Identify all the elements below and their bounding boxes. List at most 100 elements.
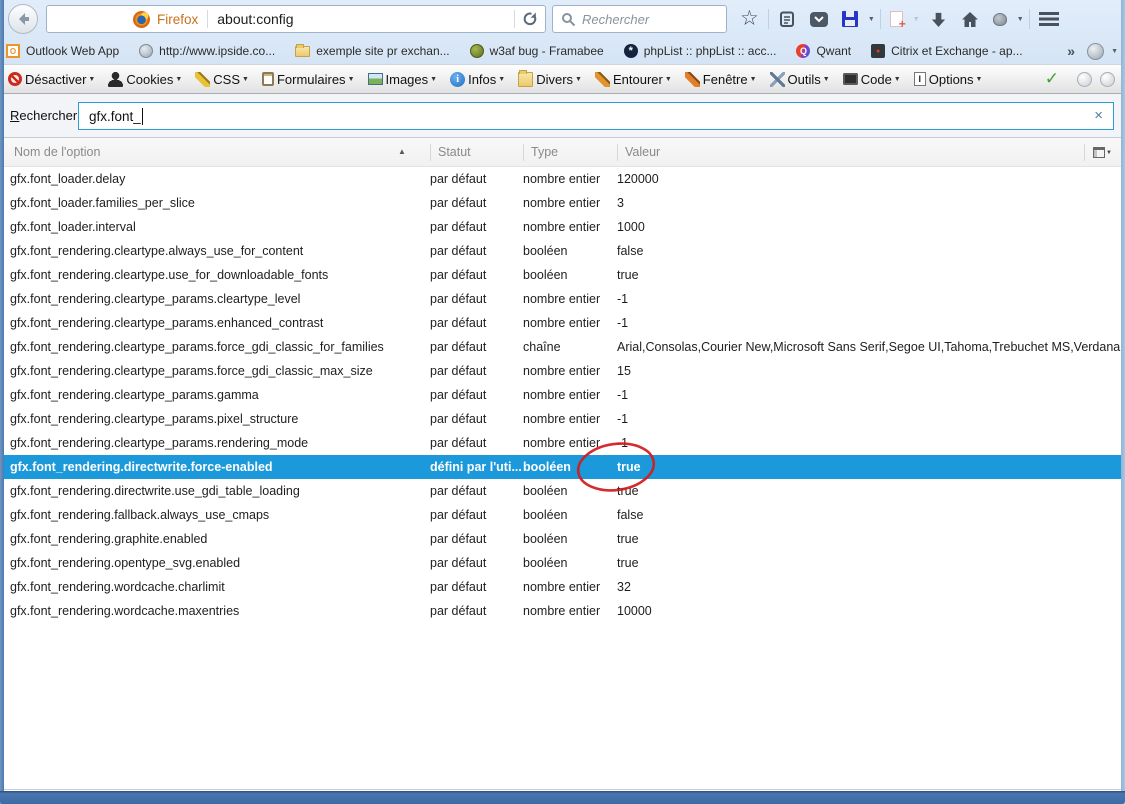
- column-header-status[interactable]: Statut: [430, 138, 523, 166]
- bookmarks-right: » ▼: [1067, 43, 1121, 60]
- devtools-menu-css[interactable]: CSS▼: [195, 72, 249, 87]
- pref-row[interactable]: gfx.font_rendering.cleartype.use_for_dow…: [4, 263, 1121, 287]
- menu-button[interactable]: [1032, 4, 1066, 34]
- pref-status: par défaut: [430, 167, 523, 191]
- status-orb-icon[interactable]: [1077, 72, 1092, 87]
- css-icon: [195, 72, 210, 87]
- globe-icon: [139, 44, 153, 58]
- bookmarks-dropdown-caret[interactable]: ▼: [1108, 48, 1121, 55]
- pref-row[interactable]: gfx.font_loader.intervalpar défautnombre…: [4, 215, 1121, 239]
- pref-status: par défaut: [430, 407, 523, 431]
- browser-search-box[interactable]: Rechercher: [552, 5, 727, 33]
- hamburger-icon: [1039, 12, 1059, 26]
- pref-row[interactable]: gfx.font_rendering.cleartype_params.forc…: [4, 359, 1121, 383]
- globe-button-icon[interactable]: [1087, 43, 1104, 60]
- downloads-button[interactable]: [923, 4, 954, 34]
- devtools-menu-code[interactable]: Code▼: [843, 72, 901, 87]
- save-dropdown-caret[interactable]: ▼: [865, 16, 878, 23]
- devtools-menu-formulaires[interactable]: Formulaires▼: [262, 72, 355, 87]
- devtools-menu-list: Désactiver▼ Cookies▼ CSS▼ Formulaires▼ Image…: [8, 72, 995, 87]
- show-bookmarks-button[interactable]: [771, 4, 803, 34]
- status-orb-icon[interactable]: [1100, 72, 1115, 87]
- pref-name: gfx.font_loader.interval: [10, 215, 430, 239]
- pref-status: par défaut: [430, 503, 523, 527]
- pref-row[interactable]: gfx.font_rendering.cleartype_params.forc…: [4, 335, 1121, 359]
- pref-name: gfx.font_rendering.directwrite.use_gdi_t…: [10, 479, 430, 503]
- devtools-menu-divers[interactable]: Divers▼: [518, 72, 582, 87]
- bookmark-item[interactable]: http://www.ipside.co...: [139, 44, 275, 58]
- extension-dropdown-caret[interactable]: ▼: [1014, 16, 1027, 23]
- addon-dropdown-caret[interactable]: ▼: [910, 16, 923, 23]
- devtools-menu-cookies[interactable]: Cookies▼: [108, 72, 182, 87]
- pref-row-selected[interactable]: gfx.font_rendering.directwrite.force-ena…: [4, 455, 1121, 479]
- save-page-button[interactable]: [835, 4, 865, 34]
- extension-icon: [993, 13, 1007, 26]
- devtools-menu-entourer[interactable]: Entourer▼: [595, 72, 672, 87]
- devtools-menu-désactiver[interactable]: Désactiver▼: [8, 72, 95, 87]
- url-bar[interactable]: Firefox about:config: [46, 5, 546, 33]
- disable-icon: [8, 72, 22, 86]
- bookmarks-overflow-chevron[interactable]: »: [1067, 43, 1075, 59]
- bookmark-label: phpList :: phpList :: acc...: [644, 44, 777, 58]
- pref-row[interactable]: gfx.font_rendering.wordcache.maxentriesp…: [4, 599, 1121, 623]
- bookmark-item[interactable]: ●Citrix et Exchange - ap...: [871, 44, 1022, 58]
- pref-row[interactable]: gfx.font_rendering.fallback.always_use_c…: [4, 503, 1121, 527]
- addon-page-button[interactable]: +: [883, 4, 910, 34]
- home-button[interactable]: [954, 4, 986, 34]
- pref-row[interactable]: gfx.font_rendering.opentype_svg.enabledp…: [4, 551, 1121, 575]
- pref-row[interactable]: gfx.font_rendering.cleartype_params.clea…: [4, 287, 1121, 311]
- column-header-value[interactable]: Valeur: [617, 138, 1121, 166]
- valid-check-icon[interactable]: ✓: [1045, 69, 1059, 89]
- back-button[interactable]: [8, 4, 38, 34]
- devtools-menu-images[interactable]: Images▼: [368, 72, 438, 87]
- pref-row[interactable]: gfx.font_rendering.graphite.enabledpar d…: [4, 527, 1121, 551]
- pocket-button[interactable]: [803, 4, 835, 34]
- clear-search-icon[interactable]: ×: [1094, 107, 1103, 124]
- pref-row[interactable]: gfx.font_rendering.wordcache.charlimitpa…: [4, 575, 1121, 599]
- pref-row[interactable]: gfx.font_rendering.cleartype_params.gamm…: [4, 383, 1121, 407]
- pref-type: nombre entier: [523, 407, 617, 431]
- pref-row[interactable]: gfx.font_loader.families_per_slicepar dé…: [4, 191, 1121, 215]
- devtools-menu-outils[interactable]: Outils▼: [770, 72, 830, 87]
- bookmark-item[interactable]: w3af bug - Framabee: [470, 44, 604, 58]
- pref-name: gfx.font_rendering.cleartype.always_use_…: [10, 239, 430, 263]
- column-header-name[interactable]: Nom de l'option: [10, 138, 430, 166]
- devtools-menu-infos[interactable]: iInfos▼: [450, 72, 505, 87]
- pref-status: par défaut: [430, 215, 523, 239]
- extension-button[interactable]: [986, 4, 1014, 34]
- pref-row[interactable]: gfx.font_rendering.cleartype_params.enha…: [4, 311, 1121, 335]
- pref-row[interactable]: gfx.font_rendering.cleartype.always_use_…: [4, 239, 1121, 263]
- column-header-type[interactable]: Type: [523, 138, 617, 166]
- sort-ascending-icon[interactable]: ▲: [398, 147, 406, 156]
- download-arrow-icon: [930, 11, 947, 28]
- pref-type: chaîne: [523, 335, 617, 359]
- devtools-menu-label: Options: [929, 72, 974, 87]
- column-picker-button[interactable]: ▼: [1093, 144, 1113, 161]
- dropdown-caret-icon: ▼: [665, 76, 672, 83]
- bookmark-item[interactable]: exemple site pr exchan...: [295, 44, 449, 58]
- site-identity-label: Firefox: [157, 12, 198, 27]
- bookmark-star-button[interactable]: ☆: [733, 4, 766, 34]
- bookmark-label: w3af bug - Framabee: [490, 44, 604, 58]
- pref-row[interactable]: gfx.font_rendering.cleartype_params.pixe…: [4, 407, 1121, 431]
- pref-type: booléen: [523, 239, 617, 263]
- bookmark-item[interactable]: QQwant: [796, 44, 851, 58]
- pref-row[interactable]: gfx.font_rendering.directwrite.use_gdi_t…: [4, 479, 1121, 503]
- devtools-menu-options[interactable]: IOptions▼: [914, 72, 983, 87]
- misc-icon: [518, 72, 533, 87]
- pref-name: gfx.font_rendering.cleartype.use_for_dow…: [10, 263, 430, 287]
- bookmark-item[interactable]: OOutlook Web App: [6, 44, 119, 58]
- config-search-input[interactable]: gfx.font_ ×: [78, 102, 1114, 130]
- cookies-icon: [108, 72, 123, 87]
- url-text[interactable]: about:config: [217, 11, 507, 27]
- pref-row[interactable]: gfx.font_loader.delaypar défautnombre en…: [4, 167, 1121, 191]
- reload-button[interactable]: [522, 11, 538, 27]
- devtools-menu-fenêtre[interactable]: Fenêtre▼: [685, 72, 757, 87]
- pref-type: booléen: [523, 479, 617, 503]
- pref-type: nombre entier: [523, 215, 617, 239]
- pref-row[interactable]: gfx.font_rendering.cleartype_params.rend…: [4, 431, 1121, 455]
- column-label: Type: [531, 145, 558, 159]
- pref-status: par défaut: [430, 239, 523, 263]
- bookmark-item[interactable]: *phpList :: phpList :: acc...: [624, 44, 777, 58]
- toolbar-separator: [1029, 9, 1030, 29]
